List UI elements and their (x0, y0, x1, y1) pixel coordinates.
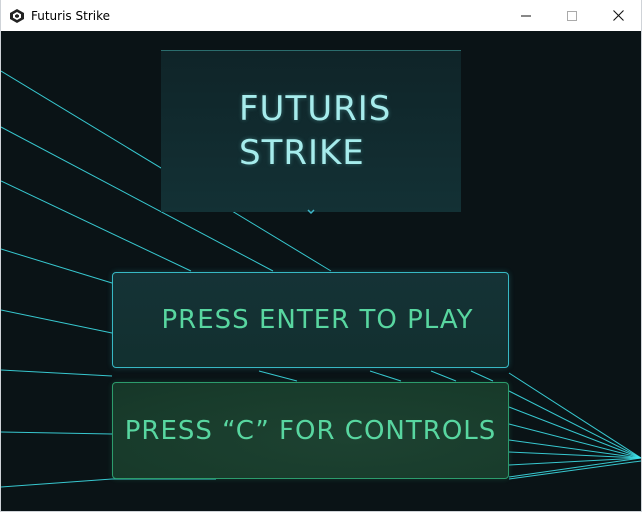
ray-line (1, 309, 113, 334)
minimize-icon (521, 11, 531, 21)
ray-line (508, 406, 641, 459)
window-title: Futuris Strike (31, 9, 110, 23)
maximize-icon (567, 10, 577, 21)
ray-line (369, 370, 402, 382)
controls-button[interactable]: PRESS “C” FOR CONTROLS (112, 382, 509, 479)
unity-logo-icon (9, 8, 25, 24)
chevron-down-icon (306, 201, 316, 215)
ray-line (470, 370, 494, 382)
minimize-button[interactable] (503, 0, 549, 31)
game-viewport[interactable]: FUTURIS STRIKE PRESS ENTER TO PLAY PRESS… (1, 31, 641, 511)
ray-line (1, 248, 113, 284)
ray-line (258, 370, 298, 382)
ray-line (430, 370, 457, 382)
ray-line (508, 390, 641, 459)
ray-line (508, 372, 641, 459)
ray-line (508, 457, 641, 478)
close-button[interactable] (595, 0, 641, 31)
app-window: Futuris Strike FUTURIS STRIKE PRESS ENTE… (0, 0, 642, 512)
ray-line (1, 431, 113, 435)
play-button-label: PRESS ENTER TO PLAY (161, 305, 474, 335)
game-title: FUTURIS STRIKE (239, 89, 392, 173)
maximize-button[interactable] (549, 0, 595, 31)
controls-button-label: PRESS “C” FOR CONTROLS (124, 415, 497, 446)
ray-line (1, 369, 113, 377)
title-bar[interactable]: Futuris Strike (1, 0, 641, 31)
game-title-panel: FUTURIS STRIKE (161, 50, 461, 215)
ray-line (1, 478, 113, 488)
close-icon (612, 10, 624, 21)
play-button[interactable]: PRESS ENTER TO PLAY (112, 272, 509, 368)
